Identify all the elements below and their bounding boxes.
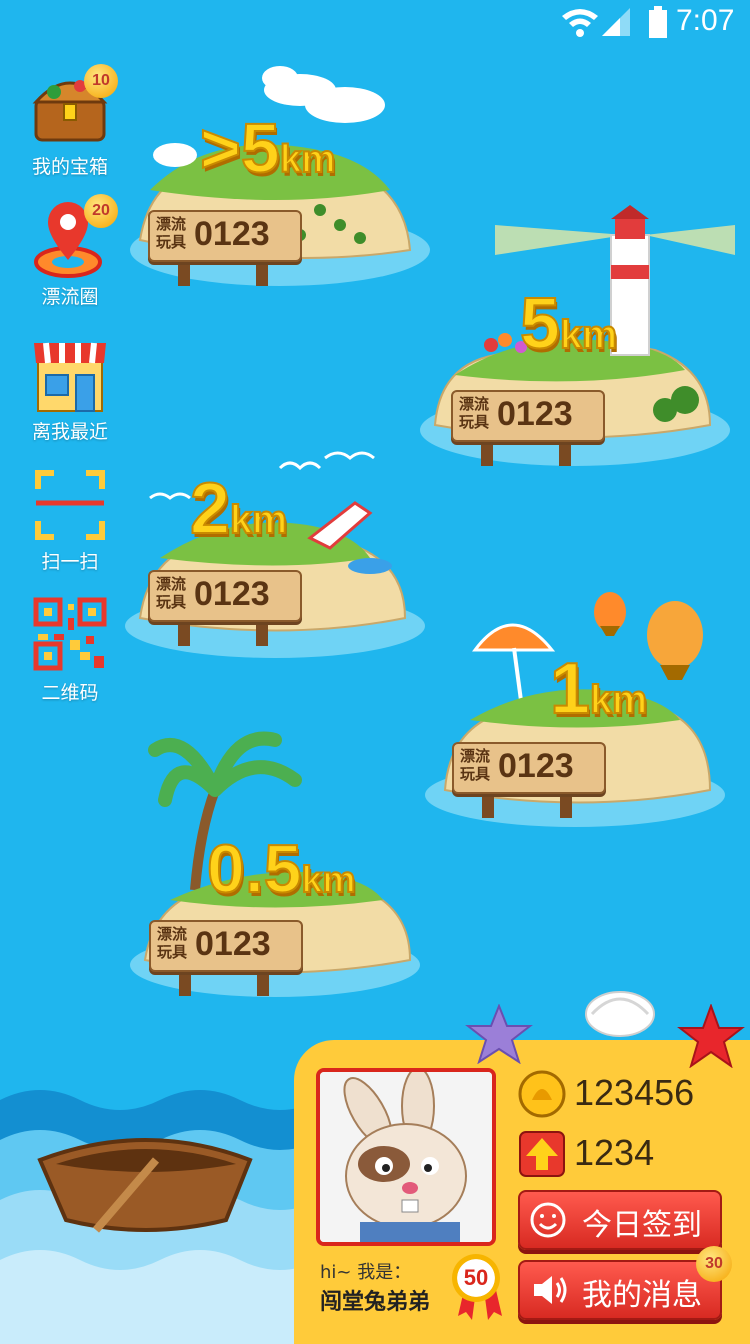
treasure-badge: 10 [84,64,118,98]
user-name: 闯堂兔弟弟 [320,1290,431,1315]
coin-icon [518,1070,566,1118]
shop-icon [34,342,106,412]
toy-count: 0123 [194,215,270,253]
daily-checkin-button[interactable]: 今日签到 [518,1190,722,1250]
greeting-text: hi~ 我是： [320,1262,412,1283]
drift-toy-sign: 漂流玩具 0123 [452,742,606,818]
my-messages-button[interactable]: 我的消息 [518,1260,722,1320]
distance-label: 1km [549,648,648,730]
menu-label: 离我最近 [31,421,108,443]
island-1km[interactable]: 1km 漂流玩具 0123 [420,590,730,830]
status-bar: 7:07 [0,0,750,44]
checkin-label: 今日签到 [582,1208,702,1243]
drift-toy-sign: 漂流玩具 0123 [148,570,302,646]
upgrade-arrow-icon [519,1131,565,1177]
messages-badge: 30 [696,1246,732,1282]
messages-label: 我的消息 [582,1278,702,1313]
rabbit-avatar-icon [320,1072,492,1242]
island-0-5km[interactable]: 0.5km 漂流玩具 0123 [125,720,425,1010]
island-2km[interactable]: 2km 漂流玩具 0123 [120,448,430,668]
distance-label: 5km [519,283,618,365]
toy-count: 0123 [194,575,270,613]
menu-label: 扫一扫 [41,551,99,573]
drift-toy-sign: 漂流玩具 0123 [451,390,605,466]
island-over-5km[interactable]: >5km 漂流玩具 0123 [120,60,430,300]
menu-scan[interactable]: 扫一扫 [20,465,120,574]
distance-label: >5km [199,108,336,188]
menu-drift-circle[interactable]: 20 漂流圈 [20,194,120,309]
qr-code-icon [33,597,107,671]
scan-icon [35,470,105,540]
speaker-icon [534,1276,567,1304]
menu-nearest[interactable]: 离我最近 [20,335,120,444]
distance-label: 0.5km [206,830,357,908]
toy-count: 0123 [498,747,574,785]
smiley-pen-icon [530,1202,566,1238]
level-badge: 50 [452,1254,500,1302]
menu-label: 二维码 [41,682,99,704]
toy-count: 0123 [195,925,271,963]
island-5km[interactable]: 5km 漂流玩具 0123 [415,205,735,475]
clock-time: 7:07 [676,4,735,37]
menu-qr-code[interactable]: 二维码 [20,596,120,705]
boat-icon[interactable] [36,1120,256,1250]
toy-count: 0123 [497,395,573,433]
menu-label: 漂流圈 [41,286,99,308]
distance-label: 2km [189,468,288,550]
menu-label: 我的宝箱 [31,156,108,178]
seashell-icon [585,991,655,1037]
starfish-icon [677,1004,745,1068]
signal-icon [602,8,630,36]
menu-my-treasure[interactable]: 10 我的宝箱 [20,64,120,179]
drift-toy-sign: 漂流玩具 0123 [149,920,303,996]
drift-circle-badge: 20 [84,194,118,228]
drift-toy-sign: 漂流玩具 0123 [148,210,302,286]
starfish-icon [465,1004,533,1064]
battery-icon [649,6,667,38]
avatar[interactable] [316,1068,496,1246]
wifi-icon [562,9,598,37]
